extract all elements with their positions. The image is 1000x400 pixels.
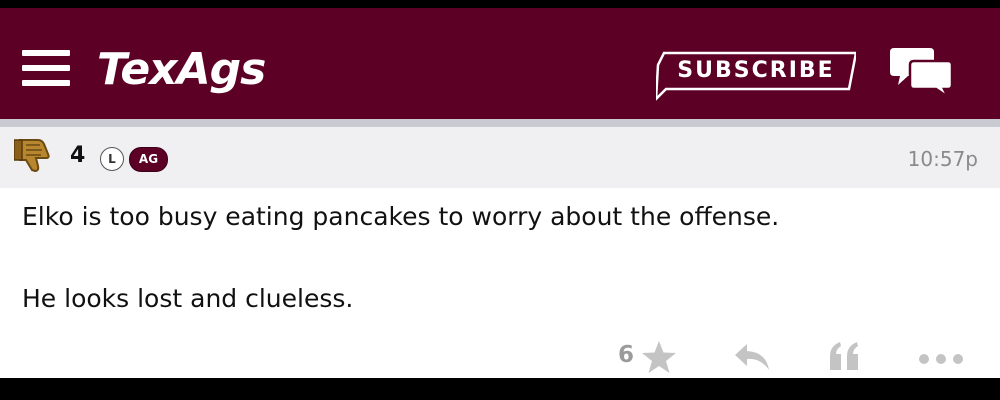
post-rating: 4 [70,143,86,168]
header-divider [0,119,1000,127]
badge-l: L [100,147,124,171]
badge-ag: AG [129,147,168,172]
post-timestamp: 10:57p [907,147,978,171]
quote-icon[interactable] [828,340,862,372]
reply-icon[interactable] [733,342,771,372]
chat-bubbles-icon[interactable] [890,45,956,101]
subscribe-button[interactable]: SUBSCRIBE [656,51,856,101]
thumbs-down-icon [13,136,54,174]
post-text-line: He looks lost and clueless. [22,284,354,313]
star-icon[interactable] [640,340,678,374]
star-count: 6 [618,342,635,368]
site-logo[interactable]: TexAgs [97,40,266,100]
top-edge [0,0,1000,8]
bottom-edge [0,378,1000,400]
post-text-line: Elko is too busy eating pancakes to worr… [22,202,780,231]
more-dots-icon[interactable] [918,350,964,364]
subscribe-label: SUBSCRIBE [677,58,835,83]
hamburger-menu-icon[interactable] [22,50,70,86]
